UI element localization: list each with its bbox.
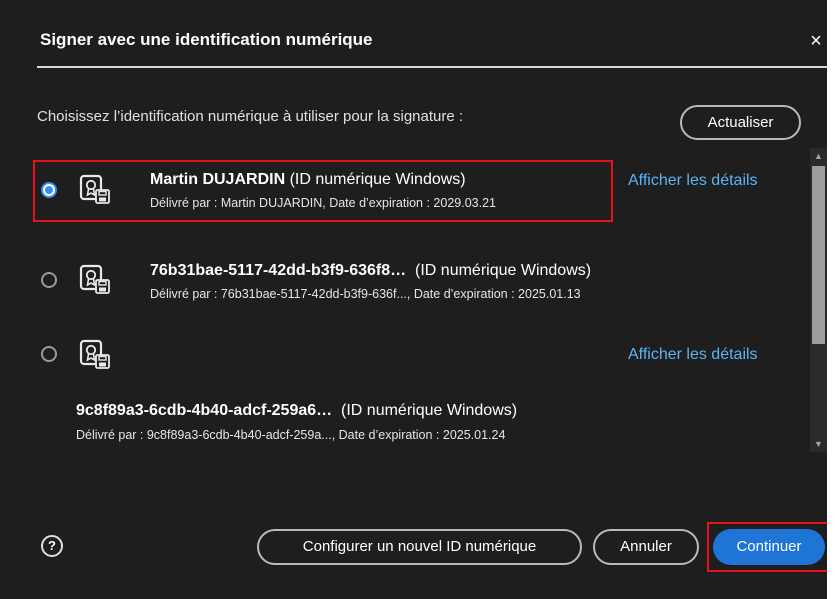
show-details-link[interactable]: Afficher les détails [628,346,758,364]
sign-digital-id-dialog: Signer avec une identification numérique… [0,0,839,599]
show-details-link[interactable]: Afficher les détails [628,172,758,190]
continue-button[interactable]: Continuer [713,529,825,565]
scroll-up-arrow-icon[interactable]: ▲ [810,148,827,164]
certificate-detail: Délivré par : Martin DUJARDIN, Date d’ex… [150,196,496,210]
digital-id-list: Martin DUJARDIN (ID numérique Windows) D… [30,148,810,452]
certificate-detail: Délivré par : 9c8f89a3-6cdb-4b40-adcf-25… [76,428,506,442]
cancel-button[interactable]: Annuler [593,529,699,565]
certificate-icon [79,339,110,369]
radio-certificate-1[interactable] [41,182,57,198]
background-edge [827,0,839,599]
instruction-text: Choisissez l’identification numérique à … [37,108,464,125]
scrollbar-thumb[interactable] [812,166,825,344]
title-divider [37,66,827,68]
certificate-name: 9c8f89a3-6cdb-4b40-adcf-259a6… (ID numér… [76,402,518,419]
scroll-down-arrow-icon[interactable]: ▼ [810,436,827,452]
certificate-name: Martin DUJARDIN (ID numérique Windows) [150,171,466,188]
radio-certificate-3[interactable] [41,346,57,362]
certificate-icon [79,174,110,204]
help-icon[interactable]: ? [41,535,63,557]
certificate-name: 76b31bae-5117-42dd-b3f9-636f8… (ID numér… [150,262,592,279]
certificate-detail: Délivré par : 76b31bae-5117-42dd-b3f9-63… [150,287,581,301]
close-icon[interactable]: × [805,30,827,52]
certificate-icon [79,264,110,294]
selection-highlight [33,160,613,222]
configure-new-id-button[interactable]: Configurer un nouvel ID numérique [257,529,582,565]
radio-certificate-2[interactable] [41,272,57,288]
refresh-button[interactable]: Actualiser [680,105,801,140]
dialog-title: Signer avec une identification numérique [40,30,373,49]
list-scrollbar[interactable]: ▲ ▼ [810,148,827,452]
